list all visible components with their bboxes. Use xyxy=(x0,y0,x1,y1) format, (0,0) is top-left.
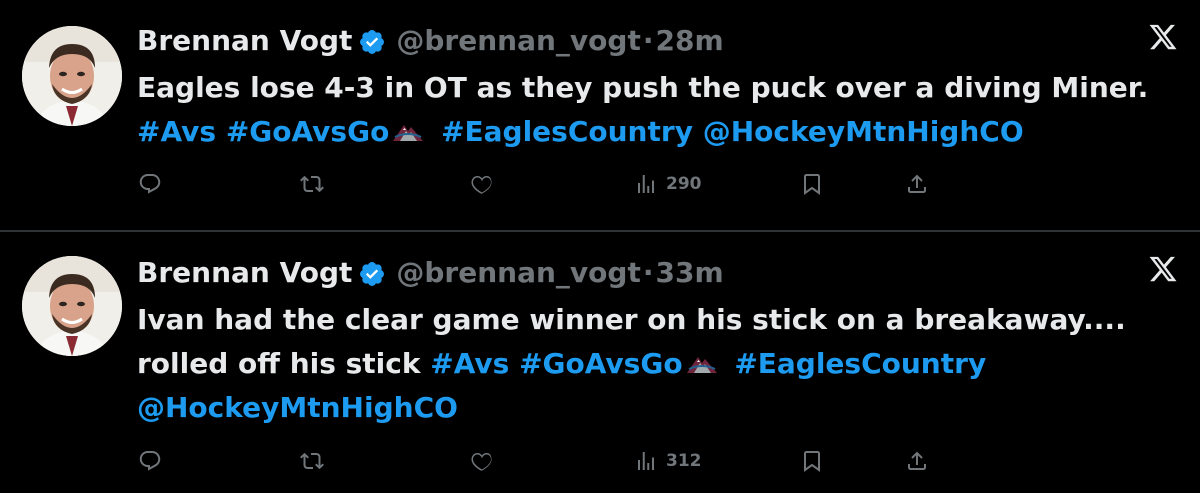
bookmark-icon xyxy=(800,449,824,473)
tweet-text-segment xyxy=(725,347,735,380)
tweet-text-line: rolled off his stick #Avs #GoAvsGo #Eagl… xyxy=(137,342,1177,386)
like-button[interactable] xyxy=(470,167,494,201)
reply-button[interactable] xyxy=(138,167,162,201)
avalanche-logo-emoji xyxy=(685,344,719,373)
reply-icon xyxy=(138,449,162,473)
hashtag-link[interactable]: #Avs xyxy=(430,347,509,380)
avatar-photo xyxy=(22,256,122,356)
views-bar-chart-icon xyxy=(634,449,658,473)
tweet-text-line: @HockeyMtnHighCO xyxy=(137,386,1177,430)
tweet[interactable]: Brennan Vogt @brennan_vogt · 33m Ivan ha… xyxy=(0,232,1200,493)
reply-icon xyxy=(138,172,162,196)
share-icon xyxy=(905,449,929,473)
like-button[interactable] xyxy=(470,444,494,478)
tweet-text-segment xyxy=(693,115,703,148)
views-count: 290 xyxy=(666,174,702,194)
tweet-text-segment: Eagles lose 4-3 in OT as they push the p… xyxy=(137,71,1149,104)
tweet-text: Eagles lose 4-3 in OT as they push the p… xyxy=(137,66,1177,154)
hashtag-link[interactable]: #EaglesCountry xyxy=(441,115,693,148)
tweet-text: Ivan had the clear game winner on his st… xyxy=(137,298,1177,430)
views-count: 312 xyxy=(666,451,702,471)
heart-icon xyxy=(470,449,494,473)
author-handle[interactable]: @brennan_vogt xyxy=(396,253,640,293)
tweet-text-segment xyxy=(216,115,226,148)
tweet-text-segment: rolled off his stick xyxy=(137,347,431,380)
avatar[interactable] xyxy=(22,26,122,126)
timestamp[interactable]: 28m xyxy=(655,21,723,61)
x-logo-icon[interactable] xyxy=(1148,22,1178,52)
share-button[interactable] xyxy=(905,167,929,201)
tweet-header: Brennan Vogt @brennan_vogt · 28m xyxy=(137,21,724,61)
mention-link[interactable]: @HockeyMtnHighCO xyxy=(703,115,1024,148)
header-separator: · xyxy=(642,256,654,289)
tweet-text-segment: Ivan had the clear game winner on his st… xyxy=(137,303,1126,336)
views-button[interactable]: 290 xyxy=(634,167,702,201)
reply-button[interactable] xyxy=(138,444,162,478)
share-icon xyxy=(905,172,929,196)
views-button[interactable]: 312 xyxy=(634,444,702,478)
tweet-text-line: Eagles lose 4-3 in OT as they push the p… xyxy=(137,66,1177,110)
tweet-actions: 312 xyxy=(0,444,1200,478)
verified-badge-icon xyxy=(358,259,386,287)
author-name[interactable]: Brennan Vogt xyxy=(137,21,352,61)
retweet-icon xyxy=(300,449,324,473)
retweet-button[interactable] xyxy=(300,167,324,201)
tweet-text-segment xyxy=(431,115,441,148)
verified-badge-icon xyxy=(358,27,386,55)
hashtag-link[interactable]: #EaglesCountry xyxy=(734,347,986,380)
mention-link[interactable]: @HockeyMtnHighCO xyxy=(137,391,458,424)
retweet-button[interactable] xyxy=(300,444,324,478)
tweet-header: Brennan Vogt @brennan_vogt · 33m xyxy=(137,253,724,293)
header-separator: · xyxy=(642,24,654,57)
heart-icon xyxy=(470,172,494,196)
bookmark-button[interactable] xyxy=(800,444,824,478)
avalanche-logo-emoji xyxy=(391,112,425,141)
retweet-icon xyxy=(300,172,324,196)
hashtag-link[interactable]: #Avs xyxy=(137,115,216,148)
tweet[interactable]: Brennan Vogt @brennan_vogt · 28m Eagles … xyxy=(0,0,1200,230)
tweet-text-line: #Avs #GoAvsGo #EaglesCountry @HockeyMtnH… xyxy=(137,110,1177,154)
tweet-text-segment xyxy=(509,347,519,380)
bookmark-button[interactable] xyxy=(800,167,824,201)
timestamp[interactable]: 33m xyxy=(655,253,723,293)
share-button[interactable] xyxy=(905,444,929,478)
x-logo-icon[interactable] xyxy=(1148,254,1178,284)
avatar[interactable] xyxy=(22,256,122,356)
author-handle[interactable]: @brennan_vogt xyxy=(396,21,640,61)
avatar-photo xyxy=(22,26,122,126)
hashtag-link[interactable]: #GoAvsGo xyxy=(226,115,390,148)
views-bar-chart-icon xyxy=(634,172,658,196)
hashtag-link[interactable]: #GoAvsGo xyxy=(519,347,683,380)
bookmark-icon xyxy=(800,172,824,196)
tweet-actions: 290 xyxy=(0,167,1200,201)
tweet-text-line: Ivan had the clear game winner on his st… xyxy=(137,298,1177,342)
author-name[interactable]: Brennan Vogt xyxy=(137,253,352,293)
